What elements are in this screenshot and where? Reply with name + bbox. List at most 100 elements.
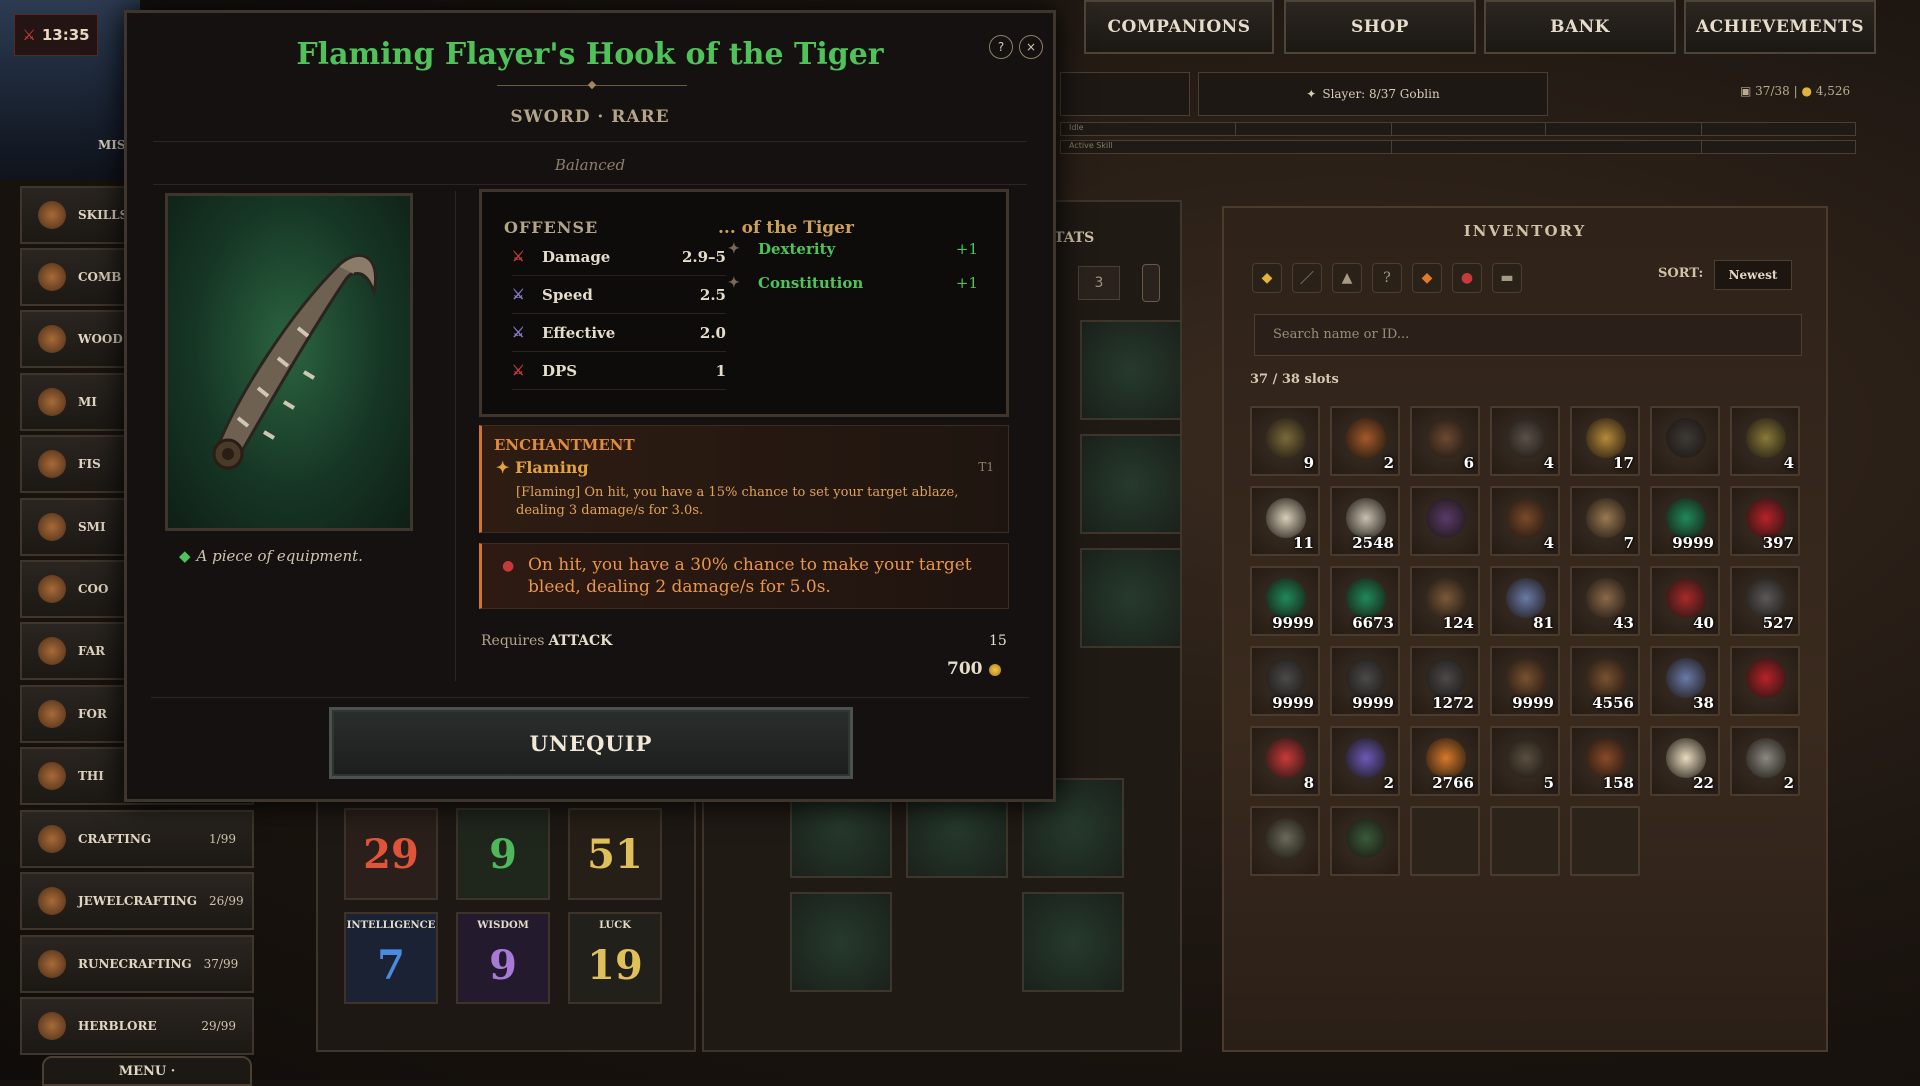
- inventory-item[interactable]: 81: [1490, 566, 1560, 636]
- stat-dexterity: 9: [456, 808, 550, 900]
- inventory-item[interactable]: 4556: [1570, 646, 1640, 716]
- scroll-icon[interactable]: [1142, 264, 1160, 302]
- stat-row-speed: ⚔ Speed 2.5: [512, 276, 726, 314]
- inventory-item[interactable]: 9999: [1250, 566, 1320, 636]
- inventory-item[interactable]: 124: [1410, 566, 1480, 636]
- inventory-item[interactable]: 7: [1570, 486, 1640, 556]
- filter-armor-icon[interactable]: ▲: [1332, 263, 1362, 293]
- skill-icon: [38, 450, 66, 478]
- inventory-item[interactable]: [1730, 646, 1800, 716]
- inventory-item[interactable]: 38: [1650, 646, 1720, 716]
- inventory-item[interactable]: 397: [1730, 486, 1800, 556]
- inventory-empty-slot[interactable]: [1410, 806, 1480, 876]
- filter-tool-icon[interactable]: ?: [1372, 263, 1402, 293]
- inventory-item[interactable]: 4: [1490, 486, 1560, 556]
- sidebar-item-label: HERBLORE: [78, 1019, 157, 1033]
- inventory-item[interactable]: 11: [1250, 486, 1320, 556]
- inventory-item[interactable]: [1250, 806, 1320, 876]
- sidebar-item-label: FAR: [78, 644, 106, 658]
- item-icon: [1266, 658, 1306, 698]
- item-quantity: 8: [1303, 774, 1314, 792]
- inventory-item[interactable]: 40: [1650, 566, 1720, 636]
- sidebar-item-label: SKILLS: [78, 208, 129, 222]
- item-icon: [1346, 418, 1386, 458]
- inventory-item[interactable]: 9999: [1330, 646, 1400, 716]
- stat-points[interactable]: 3: [1078, 266, 1120, 300]
- item-quantity: 9: [1303, 454, 1314, 472]
- inventory-search-input[interactable]: Search name or ID...: [1254, 314, 1802, 356]
- item-quantity: 5: [1543, 774, 1554, 792]
- filter-potion-icon[interactable]: ●: [1452, 263, 1482, 293]
- inventory-item[interactable]: 9999: [1250, 646, 1320, 716]
- item-price: 700: [947, 659, 983, 679]
- sidebar-item-label: RUNECRAFTING: [78, 957, 192, 971]
- inventory-item[interactable]: 6: [1410, 406, 1480, 476]
- inventory-item[interactable]: 9999: [1490, 646, 1560, 716]
- inventory-item[interactable]: 2: [1730, 726, 1800, 796]
- inventory-item[interactable]: [1650, 406, 1720, 476]
- nav-achievements[interactable]: ACHIEVEMENTS: [1684, 0, 1876, 54]
- inventory-item[interactable]: [1410, 486, 1480, 556]
- scene-preview: ⚔ 13:35: [0, 0, 140, 180]
- stat-value: 1: [715, 361, 726, 380]
- inventory-item[interactable]: 43: [1570, 566, 1640, 636]
- inventory-item[interactable]: 6673: [1330, 566, 1400, 636]
- inventory-item[interactable]: 158: [1570, 726, 1640, 796]
- inventory-item[interactable]: 9: [1250, 406, 1320, 476]
- inventory-item[interactable]: 2: [1330, 726, 1400, 796]
- inventory-empty-slot[interactable]: [1570, 806, 1640, 876]
- inventory-empty-slot[interactable]: [1490, 806, 1560, 876]
- item-icon: [1586, 738, 1626, 778]
- inventory-item[interactable]: 5: [1490, 726, 1560, 796]
- filter-all-icon[interactable]: ◆: [1252, 263, 1282, 293]
- close-button[interactable]: ×: [1019, 35, 1043, 59]
- inventory-item[interactable]: 1272: [1410, 646, 1480, 716]
- inventory-item[interactable]: 2: [1330, 406, 1400, 476]
- inventory-item[interactable]: [1330, 806, 1400, 876]
- item-name: Flaming Flayer's Hook of the Tiger: [296, 37, 884, 72]
- affix-row-dexterity: ✦ Dexterity +1: [728, 232, 978, 266]
- item-quantity: 81: [1533, 614, 1554, 632]
- help-button[interactable]: ?: [989, 35, 1013, 59]
- item-icon: [1506, 658, 1546, 698]
- equip-slot-ring[interactable]: [790, 892, 892, 992]
- equip-slot-amulet[interactable]: [1022, 892, 1124, 992]
- sidebar-item-herblore[interactable]: HERBLORE 29/99: [20, 997, 254, 1055]
- sidebar-item-crafting[interactable]: CRAFTING 1/99: [20, 810, 254, 868]
- swords-icon: ⚔: [22, 26, 36, 44]
- item-icon: [1266, 738, 1306, 778]
- sort-select[interactable]: Newest: [1714, 260, 1792, 290]
- inventory-item[interactable]: 2766: [1410, 726, 1480, 796]
- menu-button[interactable]: MENU ·: [42, 1056, 252, 1086]
- stat-intelligence-value: 7: [377, 941, 405, 989]
- sidebar-item-runecrafting[interactable]: RUNECRAFTING 37/99: [20, 935, 254, 993]
- slayer-task[interactable]: ✦ Slayer: 8/37 Goblin: [1198, 72, 1548, 116]
- equip-slot-pickaxe[interactable]: [1080, 320, 1182, 420]
- inventory-item[interactable]: 2548: [1330, 486, 1400, 556]
- filter-material-icon[interactable]: ▬: [1492, 263, 1522, 293]
- inventory-item[interactable]: 8: [1250, 726, 1320, 796]
- item-quantity: 397: [1762, 534, 1794, 552]
- item-icon: [1266, 498, 1306, 538]
- filter-weapon-icon[interactable]: ／: [1292, 263, 1322, 293]
- inventory-slots: 37 / 38 slots: [1250, 372, 1339, 387]
- inventory-item[interactable]: 4: [1730, 406, 1800, 476]
- equip-slot-scythe[interactable]: [1080, 434, 1182, 534]
- sidebar-item-label: FOR: [78, 707, 107, 721]
- nav-shop[interactable]: SHOP: [1284, 0, 1476, 54]
- inventory-item[interactable]: 4: [1490, 406, 1560, 476]
- inventory-item[interactable]: 17: [1570, 406, 1640, 476]
- affix-row-constitution: ✦ Constitution +1: [728, 266, 978, 300]
- filter-food-icon[interactable]: ◆: [1412, 263, 1442, 293]
- sidebar-item-jewelcrafting[interactable]: JEWELCRAFTING 26/99: [20, 872, 254, 930]
- nav-bank[interactable]: BANK: [1484, 0, 1676, 54]
- nav-companions[interactable]: COMPANIONS: [1084, 0, 1274, 54]
- unequip-button[interactable]: UNEQUIP: [329, 707, 853, 779]
- stat-name: Speed: [542, 285, 593, 304]
- inventory-item[interactable]: 22: [1650, 726, 1720, 796]
- currency-readout: ▣ 37/38 | ● 4,526: [1740, 84, 1851, 98]
- stat-luck-value: 19: [587, 941, 643, 989]
- inventory-item[interactable]: 527: [1730, 566, 1800, 636]
- inventory-item[interactable]: 9999: [1650, 486, 1720, 556]
- equip-slot-weapon[interactable]: [1080, 548, 1182, 648]
